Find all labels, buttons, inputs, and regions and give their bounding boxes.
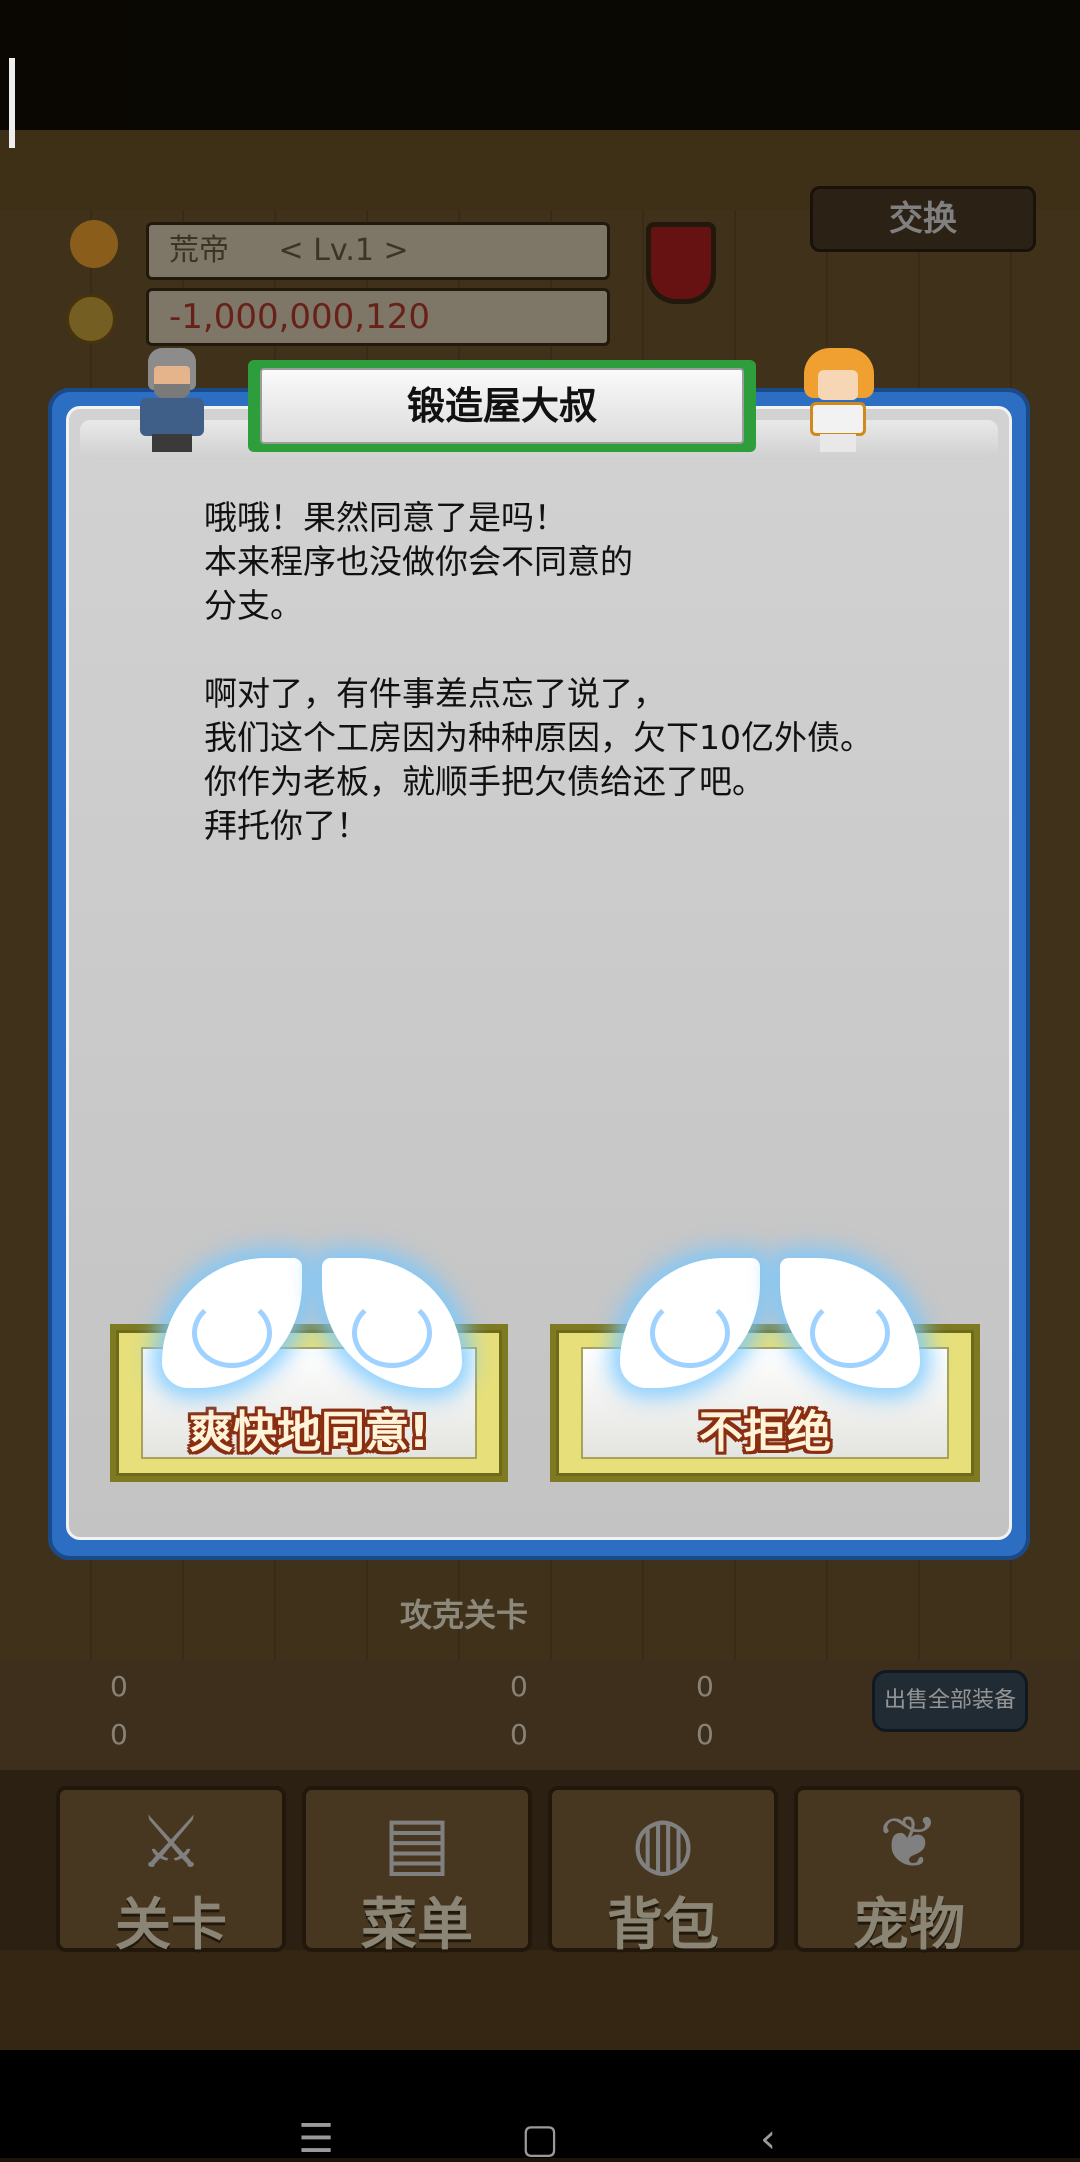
hero-portrait-icon [796, 348, 880, 452]
status-indicator [9, 58, 15, 148]
speaker-name: 锻造屋大叔 [260, 368, 744, 444]
angel-wings-icon [162, 1258, 462, 1408]
menu-icon[interactable]: ☰ [276, 2116, 356, 2162]
back-icon[interactable]: ‹ [728, 2116, 808, 2162]
uncle-portrait-icon [130, 348, 214, 452]
dialog-paragraph-1: 哦哦！果然同意了是吗！ 本来程序也没做你会不同意的 分支。 [204, 498, 633, 625]
dialog-paragraph-2: 啊对了，有件事差点忘了说了， 我们这个工房因为种种原因，欠下10亿外债。 你作为… [204, 674, 873, 845]
home-icon[interactable]: ▢ [500, 2116, 580, 2162]
dialog-message: 哦哦！果然同意了是吗！ 本来程序也没做你会不同意的 分支。 啊对了，有件事差点忘… [204, 496, 964, 848]
angel-wings-icon [620, 1258, 920, 1408]
